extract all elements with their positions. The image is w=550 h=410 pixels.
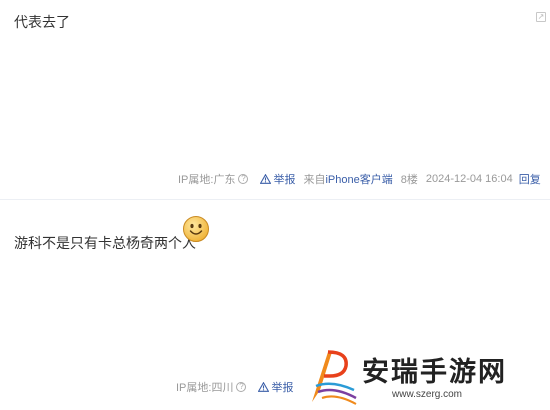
- watermark-url: www.szerg.com: [392, 389, 463, 400]
- smiley-face-emoji: [183, 216, 209, 242]
- report-label: 举报: [273, 174, 296, 186]
- post-content: 游科不是只有卡总杨奇两个人: [14, 235, 196, 251]
- report-button[interactable]: 举报: [258, 379, 293, 395]
- ip-location: 四川: [211, 382, 234, 394]
- post-time: 2024-12-04 16:04: [425, 173, 513, 185]
- expand-icon[interactable]: ↗: [536, 12, 546, 22]
- post-content: 代表去了: [14, 14, 70, 30]
- watermark-title: 安瑞手游网: [362, 357, 507, 388]
- question-circle-icon[interactable]: ?: [236, 382, 247, 392]
- warning-triangle-icon: [258, 382, 270, 392]
- post-source: 来自iPhone客户端: [303, 171, 392, 187]
- report-button[interactable]: 举报: [260, 171, 295, 187]
- source-client-link[interactable]: iPhone客户端: [325, 174, 392, 186]
- source-prefix: 来自: [303, 174, 326, 186]
- post-meta: IP属地: 四川 ? 举报: [176, 380, 301, 394]
- post-meta: IP属地: 广东 ? 举报 来自iPhone客户端 8楼 2024-12-04 …: [178, 172, 541, 186]
- warning-triangle-icon: [260, 174, 272, 184]
- question-circle-icon[interactable]: ?: [238, 174, 249, 184]
- site-logo-icon: [312, 350, 357, 405]
- ip-label: IP属地:: [176, 382, 212, 394]
- ip-location: 广东: [213, 174, 236, 186]
- site-watermark: 安瑞手游网 www.szerg.com: [300, 346, 550, 410]
- reply-button[interactable]: 回复: [519, 171, 541, 187]
- ip-label: IP属地:: [178, 174, 214, 186]
- report-label: 举报: [271, 382, 294, 394]
- floor-number: 8楼: [400, 174, 418, 186]
- post-floor-8: 代表去了 ↗ IP属地: 广东 ? 举报 来自iPhone客户端 8楼 2024…: [0, 0, 550, 200]
